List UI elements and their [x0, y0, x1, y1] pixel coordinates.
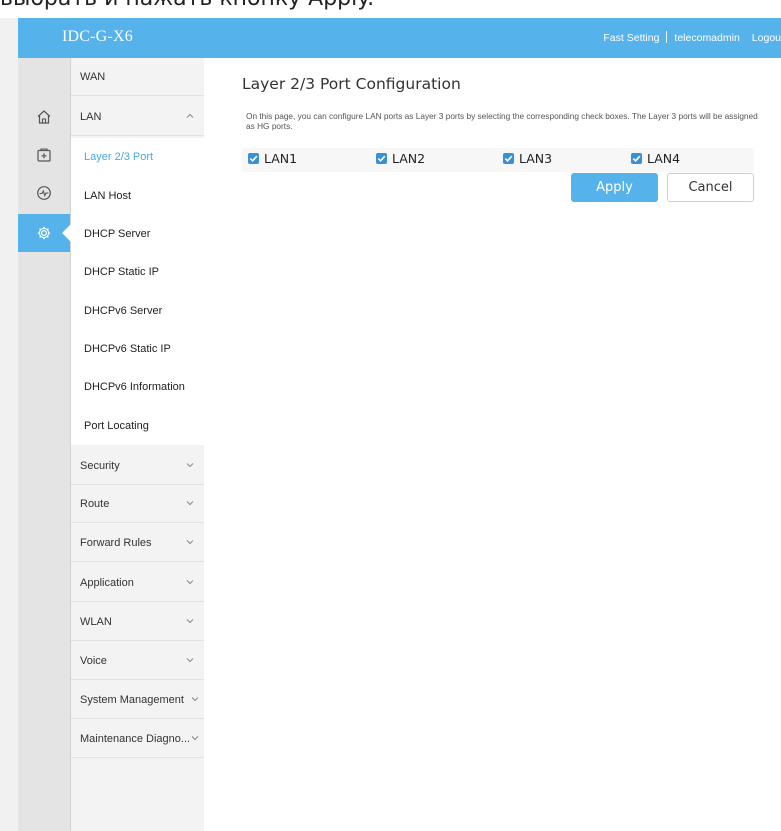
submenu-port-locating[interactable]: Port Locating: [71, 407, 204, 445]
port-label: LAN2: [392, 151, 426, 166]
port-label: LAN3: [519, 151, 553, 166]
menu-item-forward-rules[interactable]: Forward Rules: [71, 524, 204, 562]
menu-label: Forward Rules: [80, 536, 152, 549]
chevron-down-icon: [186, 619, 194, 624]
checkbox-checked-icon: [631, 153, 642, 164]
submenu-dhcpv6-server[interactable]: DHCPv6 Server: [71, 292, 204, 330]
chevron-down-icon: [191, 736, 199, 741]
apply-button[interactable]: Apply: [571, 173, 658, 202]
checkbox-checked-icon: [248, 153, 259, 164]
lan2-checkbox[interactable]: LAN2: [376, 151, 425, 166]
menu-label: WLAN: [80, 615, 112, 628]
fast-setting-link[interactable]: Fast Setting: [603, 32, 659, 44]
menu-item-maintenance-diagnosis[interactable]: Maintenance Diagno...: [71, 720, 204, 758]
lan-submenu: Layer 2/3 Port LAN Host DHCP Server DHCP…: [71, 138, 204, 445]
menu-label: Voice: [80, 654, 107, 667]
menu-label: WAN: [80, 70, 106, 83]
submenu-dhcpv6-static-ip[interactable]: DHCPv6 Static IP: [71, 330, 204, 368]
port-label: LAN4: [647, 151, 681, 166]
user-link[interactable]: telecomadmin: [674, 32, 739, 44]
lan4-checkbox[interactable]: LAN4: [631, 151, 680, 166]
menu-label: Security: [80, 459, 120, 472]
cancel-button[interactable]: Cancel: [667, 173, 754, 202]
pulse-icon: [37, 186, 51, 200]
chevron-down-icon: [186, 540, 194, 545]
chevron-down-icon: [186, 580, 194, 585]
home-icon: [37, 110, 51, 124]
top-links: Fast Setting telecomadmin Logou: [603, 31, 781, 44]
brand-title: IDC-G-X6: [62, 28, 133, 45]
submenu-layer23-port[interactable]: Layer 2/3 Port: [71, 138, 204, 176]
status-button[interactable]: [18, 174, 70, 212]
main-content: Layer 2/3 Port Configuration On this pag…: [204, 58, 781, 831]
submenu-dhcpv6-information[interactable]: DHCPv6 Information: [71, 368, 204, 406]
checkbox-checked-icon: [376, 153, 387, 164]
chevron-down-icon: [186, 658, 194, 663]
menu-item-lan[interactable]: LAN: [71, 98, 204, 136]
menu-item-wlan[interactable]: WLAN: [71, 603, 204, 641]
checkbox-checked-icon: [503, 153, 514, 164]
home-button[interactable]: [18, 98, 70, 136]
menu-item-system-management[interactable]: System Management: [71, 681, 204, 719]
submenu-dhcp-static-ip[interactable]: DHCP Static IP: [71, 253, 204, 291]
port-label: LAN1: [264, 151, 298, 166]
submenu-lan-host[interactable]: LAN Host: [71, 177, 204, 215]
menu-item-route[interactable]: Route: [71, 485, 204, 523]
top-bar: IDC-G-X6 Fast Setting telecomadmin Logou: [18, 18, 781, 58]
menu-label: LAN: [80, 110, 102, 123]
chevron-down-icon: [191, 697, 199, 702]
lan3-checkbox[interactable]: LAN3: [503, 151, 552, 166]
menu-label: System Management: [80, 693, 184, 706]
plus-box-icon: [37, 148, 51, 162]
chevron-up-icon: [186, 113, 194, 118]
divider: [666, 31, 668, 43]
menu-item-voice[interactable]: Voice: [71, 642, 204, 680]
menu-label: Maintenance Diagno...: [80, 732, 191, 745]
chevron-down-icon: [186, 501, 194, 506]
page-title: Layer 2/3 Port Configuration: [242, 75, 461, 93]
icon-sidebar: [18, 58, 71, 831]
logout-link[interactable]: Logou: [752, 32, 781, 44]
active-indicator: [62, 224, 71, 242]
port-checkbox-row: LAN1 LAN2 LAN3 LAN4: [242, 148, 754, 172]
menu-item-security[interactable]: Security: [71, 447, 204, 485]
settings-button[interactable]: [18, 214, 71, 252]
menu-label: Application: [80, 576, 134, 589]
menu-item-wan[interactable]: WAN: [71, 58, 204, 96]
gear-icon: [37, 226, 51, 240]
instruction-caption: выбрать и нажать кнопку Apply.: [0, 0, 781, 16]
lan1-checkbox[interactable]: LAN1: [248, 151, 297, 166]
side-menu: WAN LAN Layer 2/3 Port LAN Host DHCP Ser…: [71, 58, 204, 831]
page-description: On this page, you can configure LAN port…: [246, 111, 758, 131]
menu-label: Route: [80, 497, 110, 510]
menu-item-application[interactable]: Application: [71, 564, 204, 602]
submenu-dhcp-server[interactable]: DHCP Server: [71, 215, 204, 253]
add-button[interactable]: [18, 136, 70, 174]
chevron-down-icon: [186, 463, 194, 468]
